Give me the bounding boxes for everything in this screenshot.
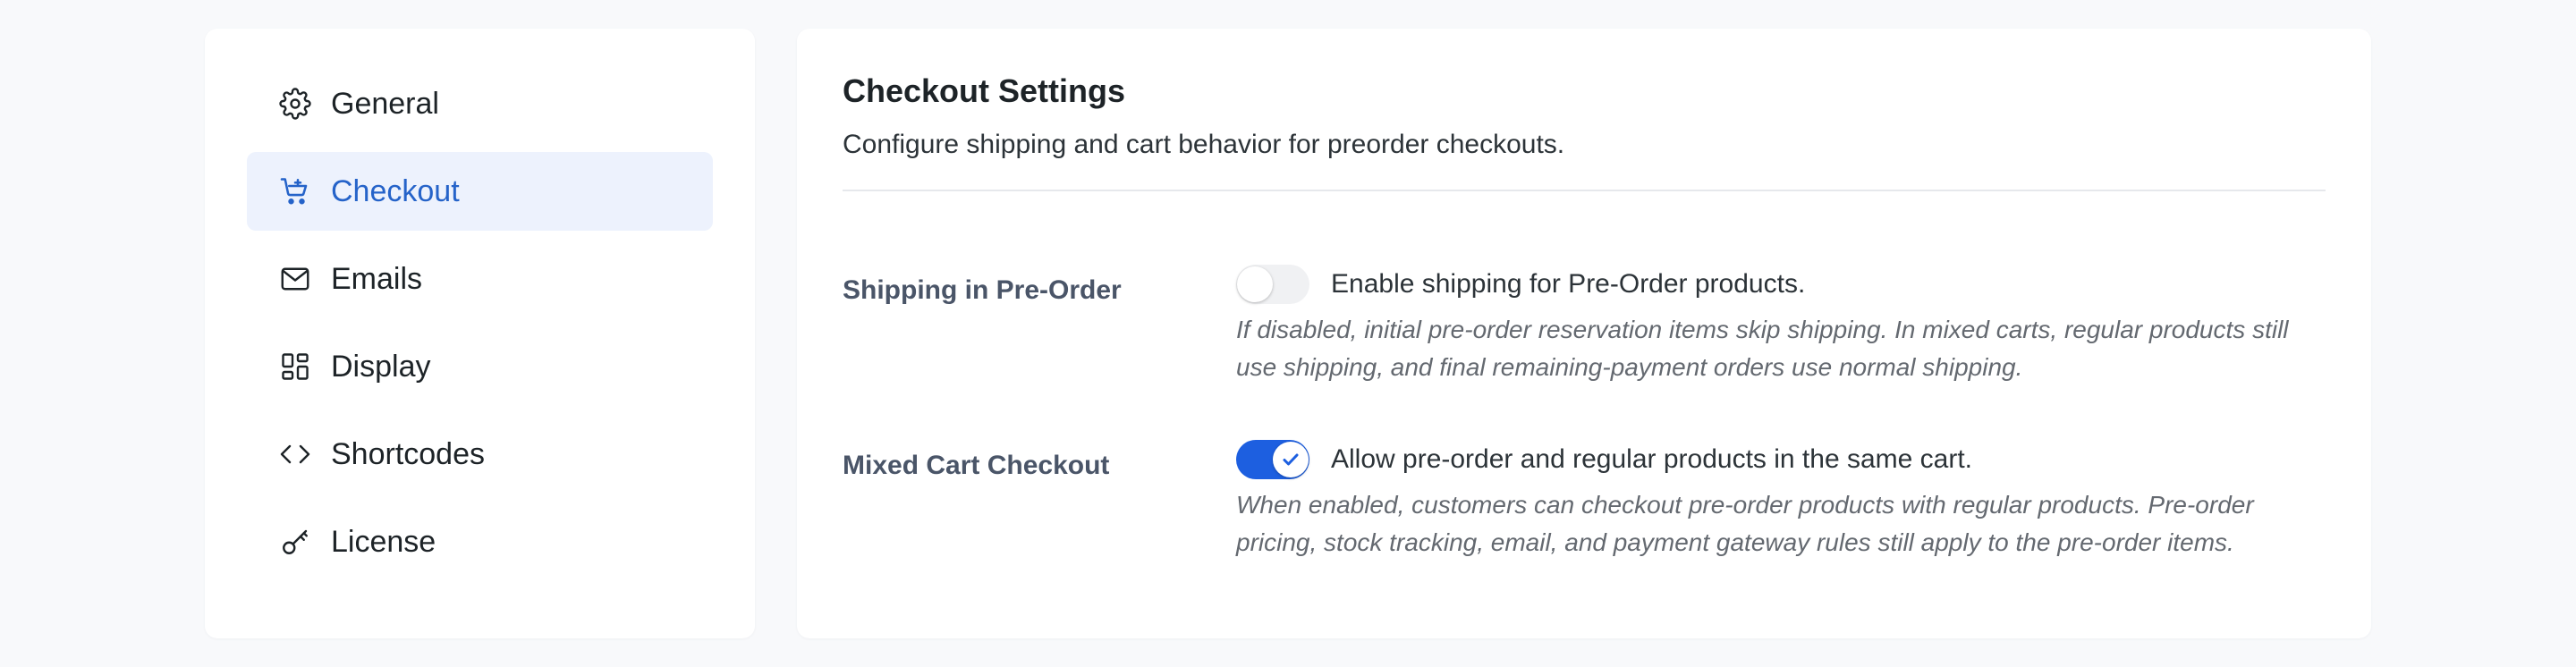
sidebar-item-shortcodes[interactable]: Shortcodes xyxy=(247,415,713,494)
setting-mixed-cart-checkout: Mixed Cart Checkout Allow pre-order and … xyxy=(843,388,2326,567)
shipping-toggle[interactable] xyxy=(1236,265,1309,304)
sidebar-item-display[interactable]: Display xyxy=(247,327,713,406)
toggle-label: Allow pre-order and regular products in … xyxy=(1331,444,1973,474)
sidebar-item-label: General xyxy=(331,86,439,121)
sidebar-item-emails[interactable]: Emails xyxy=(247,240,713,318)
page-description: Configure shipping and cart behavior for… xyxy=(843,130,1565,159)
code-icon xyxy=(279,438,311,470)
checkmark-icon xyxy=(1283,453,1299,466)
sidebar-item-general[interactable]: General xyxy=(247,64,713,143)
sidebar-item-label: Emails xyxy=(331,261,423,296)
setting-shipping-in-preorder: Shipping in Pre-Order Enable shipping fo… xyxy=(843,191,2326,388)
sidebar-item-label: Shortcodes xyxy=(331,436,485,471)
key-icon xyxy=(279,526,311,558)
sidebar-item-checkout[interactable]: Checkout xyxy=(247,152,713,231)
toggle-knob xyxy=(1237,266,1273,302)
settings-sidebar: General Checkout Emails Display Shortcod… xyxy=(205,29,755,638)
cart-icon xyxy=(279,175,311,207)
setting-help-text: If disabled, initial pre-order reservati… xyxy=(1236,316,2289,381)
sidebar-item-label: Checkout xyxy=(331,173,460,208)
envelope-icon xyxy=(279,263,311,295)
sidebar-item-license[interactable]: License xyxy=(247,502,713,581)
toggle-knob xyxy=(1273,442,1309,477)
checkout-settings-panel: Checkout Settings Configure shipping and… xyxy=(797,29,2371,638)
gear-icon xyxy=(279,88,311,120)
setting-help-text: When enabled, customers can checkout pre… xyxy=(1236,491,2254,556)
page-title: Checkout Settings xyxy=(843,72,1126,109)
sidebar-item-label: License xyxy=(331,524,436,559)
sidebar-item-label: Display xyxy=(331,349,431,384)
mixed-cart-toggle[interactable] xyxy=(1236,440,1309,479)
setting-label: Mixed Cart Checkout xyxy=(843,451,1110,480)
setting-control: Allow pre-order and regular products in … xyxy=(1236,440,1972,479)
setting-label: Shipping in Pre-Order xyxy=(843,275,1122,305)
toggle-label: Enable shipping for Pre-Order products. xyxy=(1331,269,1806,299)
layout-icon xyxy=(279,350,311,383)
setting-control: Enable shipping for Pre-Order products. xyxy=(1236,265,1805,304)
